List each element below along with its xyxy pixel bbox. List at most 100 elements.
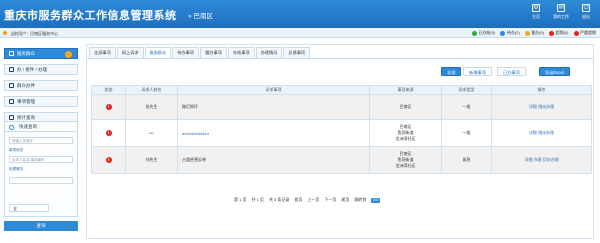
done-items-button[interactable]: 已办事项: [497, 67, 526, 76]
chart-icon: [9, 115, 14, 120]
status-pending[interactable]: 待办(2): [500, 30, 520, 36]
sidebar-item-label: 办 / 接件 / 办理: [17, 66, 48, 72]
detail-link[interactable]: 详细: [529, 104, 537, 109]
user-icon: [3, 31, 7, 36]
region-separator: »: [188, 13, 192, 20]
region-label: » 巴南区: [188, 10, 213, 20]
status-done[interactable]: 已办结(0): [471, 30, 495, 36]
search-icon: [9, 124, 14, 130]
revisit-link[interactable]: 回访办理: [543, 157, 559, 162]
handling-input[interactable]: [9, 177, 73, 184]
status-cell: !: [91, 94, 126, 120]
table-row[interactable]: ! *** dd4d4d4d4d4d 巴南区 鱼洞街道 龙洲湾社区 一般 详细 …: [91, 119, 592, 147]
status-select[interactable]: 全: [9, 204, 49, 212]
ops-cell: 详细 办理 回访办理: [491, 146, 592, 174]
query-button[interactable]: 查询: [4, 221, 78, 231]
my-work-button-label: 我的工作: [553, 14, 569, 19]
column-header[interactable]: 事项来源: [369, 85, 442, 95]
home-button[interactable]: ⚙ 主页: [525, 4, 547, 20]
tab-divider: [87, 58, 593, 59]
source-line: 龙洲湾社区: [395, 163, 416, 168]
status-dot-icon: [524, 30, 530, 36]
petitioner-input[interactable]: 诉求人姓名/事项编号: [9, 156, 73, 163]
type-cell: 紧急: [441, 146, 492, 174]
source-cell: 巴南区 鱼洞街道 龙洲湾社区: [369, 146, 442, 174]
status-dot-icon: [573, 30, 579, 36]
my-work-button[interactable]: ✉ 我的工作: [550, 4, 572, 20]
column-header[interactable]: 诉求人姓名: [125, 85, 178, 95]
items-table: 状态 诉求人姓名 诉求事项 事项来源 诉求类型 操作 ! 张先生 路灯损坏 巴南…: [91, 85, 592, 174]
tab-service[interactable]: 服务群众: [144, 47, 172, 58]
power-icon: ⏻: [582, 4, 590, 12]
item-cell: dd4d4d4d4d4d: [177, 119, 370, 147]
source-cell: 巴南区 鱼洞街道 龙洲湾社区: [369, 119, 442, 147]
tab-supervise[interactable]: 督办事项: [200, 47, 227, 58]
status-cell: !: [91, 119, 126, 147]
tab-all[interactable]: 全部事项: [89, 47, 116, 58]
type-cell: 一般: [441, 119, 492, 147]
new-item-button[interactable]: 新增事项: [463, 67, 492, 76]
prev-page-link[interactable]: 上一页: [307, 197, 319, 203]
status-supervise[interactable]: 督办(0): [524, 30, 544, 36]
assign-link[interactable]: 指派办理: [538, 104, 554, 109]
sidebar-item-label: 事项管理: [17, 98, 35, 104]
gear-icon: ⚙: [532, 4, 540, 12]
item-cell: 占道经营反映: [177, 146, 370, 174]
column-header[interactable]: 诉求类型: [441, 85, 492, 95]
app-title: 重庆市服务群众工作信息管理系统: [4, 10, 177, 22]
go-button[interactable]: GO: [371, 197, 381, 203]
table-header-row: 状态 诉求人姓名 诉求事项 事项来源 诉求类型 操作: [91, 85, 592, 95]
tab-online[interactable]: 网上诉求: [116, 47, 144, 58]
all-button[interactable]: 全部: [441, 67, 462, 76]
sidebar-item-receive[interactable]: 办 / 接件 / 办理: [4, 64, 78, 75]
tab-handling[interactable]: 办理情况: [255, 47, 283, 58]
main-panel: 全部事项 网上诉求 服务群众 待办事项 督办事项 办结事项 办理情况 反馈事项 …: [86, 44, 594, 239]
sidebar-item-manage[interactable]: 事项管理: [4, 96, 78, 107]
detail-link[interactable]: 详细: [524, 157, 532, 162]
table-row[interactable]: ! 刘先生 占道经营反映 巴南区 鱼洞街道 龙洲湾社区 紧急 详细 办理 回访办…: [91, 146, 592, 174]
first-page-link[interactable]: 首页: [294, 197, 302, 203]
user-bar: 当前用户：巴南区服务中心 已办结(0) 待办(2) 督办(0) 超期(0) 严重…: [0, 28, 600, 38]
warning-icon: !: [105, 104, 112, 110]
notification-badge: [65, 51, 72, 58]
logout-button[interactable]: ⏻ 退出: [575, 4, 597, 20]
source-line: 巴南区: [399, 104, 412, 109]
tab-feedback[interactable]: 反馈事项: [283, 47, 311, 58]
status-cell: !: [91, 146, 126, 174]
home-button-label: 主页: [532, 14, 540, 19]
column-header[interactable]: 状态: [91, 85, 126, 95]
column-header[interactable]: 诉求事项: [177, 85, 370, 95]
column-header[interactable]: 操作: [491, 85, 592, 95]
export-button[interactable]: 导出Excel: [539, 67, 570, 76]
tab-pending[interactable]: 待办事项: [172, 47, 200, 58]
warning-icon: !: [105, 130, 112, 136]
detail-link[interactable]: 详细: [529, 130, 537, 135]
keyword-input[interactable]: 请输入关键字: [9, 137, 73, 144]
folder-icon: [9, 83, 14, 88]
last-page-link[interactable]: 尾页: [341, 197, 349, 203]
jump-label: 跳转到: [354, 197, 367, 202]
name-cell: 张先生: [125, 94, 178, 120]
page-current: 第 1 页: [234, 197, 247, 202]
source-line: 龙洲湾社区: [395, 136, 416, 141]
next-page-link[interactable]: 下一页: [324, 197, 336, 203]
type-cell: 一般: [441, 94, 492, 120]
pagination: 第 1 页 共 1 页 共 3 条记录 首页 上一页 下一页 尾页 跳转到 GO: [234, 197, 381, 203]
logout-button-label: 退出: [582, 14, 590, 19]
status-overdue[interactable]: 超期(0): [549, 30, 569, 36]
quick-query-panel: 快速查询 请输入关键字 事项状态 诉求人姓名/事项编号 处理情况 全: [4, 121, 78, 217]
ops-cell: 详细 指派办理: [491, 119, 592, 147]
sidebar-item-service[interactable]: 服务群众: [4, 48, 78, 59]
status-severe-overdue[interactable]: 严重超期: [573, 30, 596, 36]
quick-query-title: 快速查询: [5, 122, 77, 132]
handle-link[interactable]: 办理: [534, 157, 542, 162]
assign-link[interactable]: 指派办理: [538, 130, 554, 135]
status-pending-label: 待办(2): [506, 30, 520, 35]
app-header: 重庆市服务群众工作信息管理系统 » 巴南区 ⚙ 主页 ✉ 我的工作 ⏻ 退出: [0, 0, 600, 28]
sidebar-item-label: 群众办件: [17, 82, 35, 88]
tab-bar: 全部事项 网上诉求 服务群众 待办事项 督办事项 办结事项 办理情况 反馈事项: [87, 47, 311, 58]
tab-done[interactable]: 办结事项: [227, 47, 255, 58]
source-cell: 巴南区: [369, 94, 442, 120]
table-row[interactable]: ! 张先生 路灯损坏 巴南区 一般 详细 指派办理: [91, 94, 592, 120]
sidebar-item-cases[interactable]: 群众办件: [4, 80, 78, 91]
